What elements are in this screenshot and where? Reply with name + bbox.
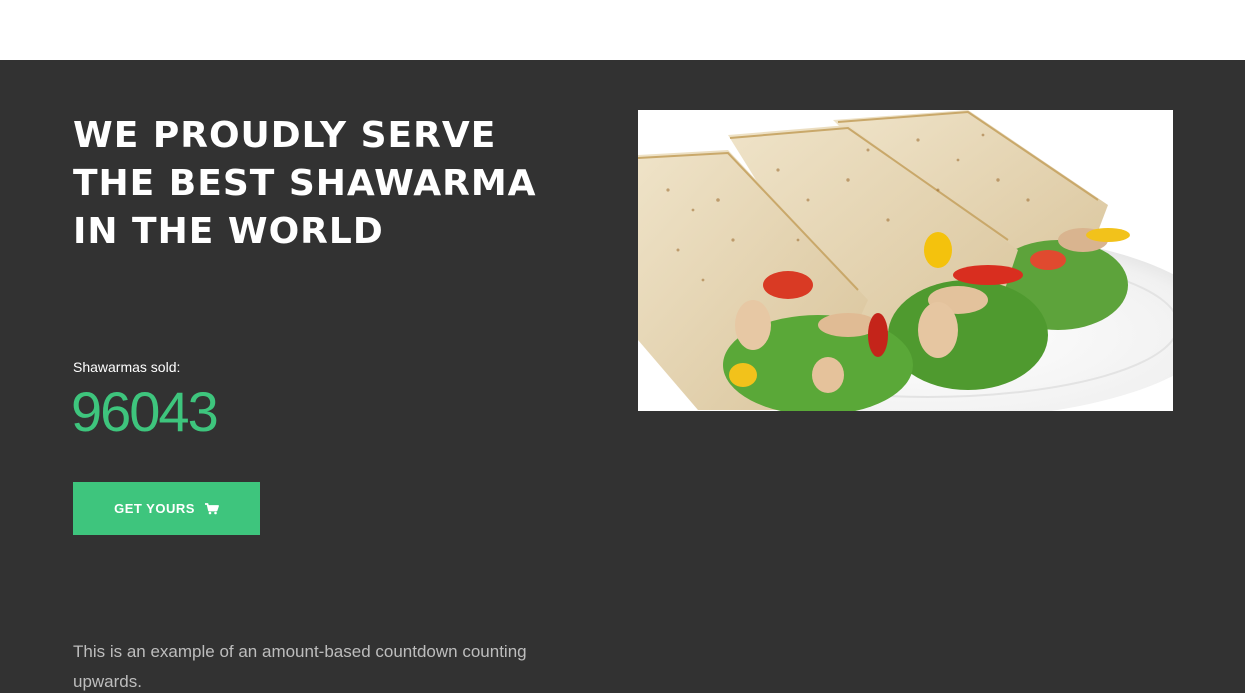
top-navbar (0, 0, 1245, 60)
hero-heading: WE PROUDLY SERVE THE BEST SHAWARMA IN TH… (73, 115, 537, 252)
shawarma-image (638, 110, 1173, 411)
shopping-cart-icon (204, 502, 219, 515)
get-yours-button[interactable]: GET YOURS (73, 482, 260, 535)
counter-label: Shawarmas sold: (73, 359, 181, 375)
countdown-description: This is an example of an amount-based co… (73, 642, 527, 691)
counter-value: 96043 (71, 380, 219, 443)
hero-section: WE PROUDLY SERVE THE BEST SHAWARMA IN TH… (0, 60, 1245, 693)
get-yours-button-label: GET YOURS (114, 501, 195, 516)
